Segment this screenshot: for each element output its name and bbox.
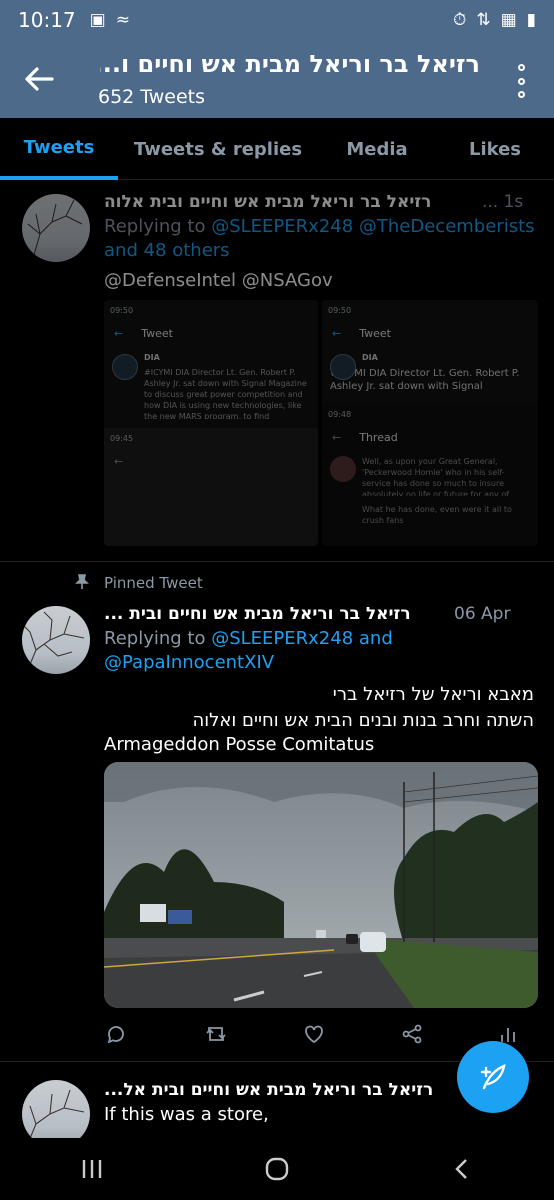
tweet-text-line-2: השתה וחרב בנות ובנים הבית אש וחיים ואלוה xyxy=(192,710,534,731)
tweet-text-line-3: Armageddon Posse Comitatus xyxy=(104,734,375,755)
tweet-time: 06 Apr xyxy=(454,604,511,624)
avatar[interactable] xyxy=(22,606,90,674)
tweet-actions xyxy=(104,1022,534,1050)
dia-seal-icon xyxy=(112,354,138,380)
tab-likes[interactable]: Likes xyxy=(436,118,554,180)
compose-feather-icon xyxy=(480,1064,506,1090)
back-arrow-icon[interactable] xyxy=(22,62,56,96)
tweet-author[interactable]: רזיאל בר וריאל מבית אש וחיים ובית ... xyxy=(104,604,454,624)
tweet-author[interactable]: רזיאל בר וריאל מבית אש וחיים ובית אלוה xyxy=(104,192,484,212)
recent-apps-icon[interactable] xyxy=(77,1154,107,1184)
status-time: 10:17 xyxy=(18,8,76,32)
profile-tabs: Tweets Tweets & replies Media Likes xyxy=(0,118,554,180)
avatar xyxy=(330,456,356,482)
others-link[interactable]: and 48 others xyxy=(104,240,230,261)
data-arrows-icon: ⇅ xyxy=(476,10,491,30)
tweet-text: If this was a store, xyxy=(104,1104,269,1125)
replying-to: Replying to @SLEEPERx248 @TheDecemberist… xyxy=(104,216,535,237)
tweet-author[interactable]: רזיאל בר וריאל מבית אש וחיים ובית אל... xyxy=(104,1080,454,1100)
page-title: רזיאל בר וריאל מבית אש וחיים ו... xyxy=(100,50,480,78)
tweet-photo[interactable] xyxy=(104,762,538,1008)
back-nav-icon[interactable] xyxy=(447,1154,477,1184)
gallery-icon: ▣ xyxy=(89,10,106,30)
mention-link-papa[interactable]: @PapaInnocentXIV xyxy=(104,652,274,673)
alarm-icon: ⏱ xyxy=(453,10,467,30)
pin-icon xyxy=(75,574,89,589)
tweet-count: 652 Tweets xyxy=(98,86,206,108)
compose-tweet-button[interactable] xyxy=(457,1041,529,1113)
system-nav-bar xyxy=(0,1138,554,1200)
tab-media[interactable]: Media xyxy=(318,118,436,180)
retweet-icon[interactable] xyxy=(204,1022,228,1046)
mention-link[interactable]: @SLEEPERx248 @TheDecemberists xyxy=(211,216,534,237)
battery-icon: ▮ xyxy=(526,10,536,30)
tweet-text-line-1: מאבא וריאל של רזיאל ברי xyxy=(332,684,534,705)
replying-to-more: and 48 others xyxy=(104,240,230,261)
replying-to-more: @PapaInnocentXIV xyxy=(104,652,274,673)
share-icon[interactable] xyxy=(400,1022,424,1046)
dia-seal-icon xyxy=(330,354,356,380)
signal-icon: ▦ xyxy=(500,10,517,30)
wifi-hotspot-icon: ≈ xyxy=(115,10,130,30)
attached-screenshot-left[interactable]: 09:50 ← Tweet DIA #ICYMI DIA Director Lt.… xyxy=(104,300,318,546)
profile-header: רזיאל בר וריאל מבית אש וחיים ו... 652 Tw… xyxy=(0,40,554,118)
tweet-time: ... 1s xyxy=(482,192,524,212)
replying-to: Replying to @SLEEPERx248 and xyxy=(104,628,393,649)
tab-tweets-replies[interactable]: Tweets & replies xyxy=(118,118,318,180)
avatar[interactable] xyxy=(22,194,90,262)
home-icon[interactable] xyxy=(262,1154,292,1184)
status-bar: 10:17 ▣ ≈ ⏱ ⇅ ▦ ▮ xyxy=(0,0,554,40)
reply-icon[interactable] xyxy=(104,1022,128,1046)
mention-link[interactable]: @SLEEPERx248 and xyxy=(211,628,393,649)
more-options-icon[interactable] xyxy=(514,64,528,98)
tab-tweets[interactable]: Tweets xyxy=(0,118,118,180)
tweet-text: @DefenseIntel @NSAGov xyxy=(104,270,333,291)
tweet-1[interactable]: רזיאל בר וריאל מבית אש וחיים ובית אלוה .… xyxy=(0,180,554,562)
like-icon[interactable] xyxy=(302,1022,326,1046)
attached-screenshot-right[interactable]: 09:50 ←Tweet DIA #ICYMI DIA Director Lt.… xyxy=(322,300,538,546)
pinned-label: Pinned Tweet xyxy=(104,574,203,592)
